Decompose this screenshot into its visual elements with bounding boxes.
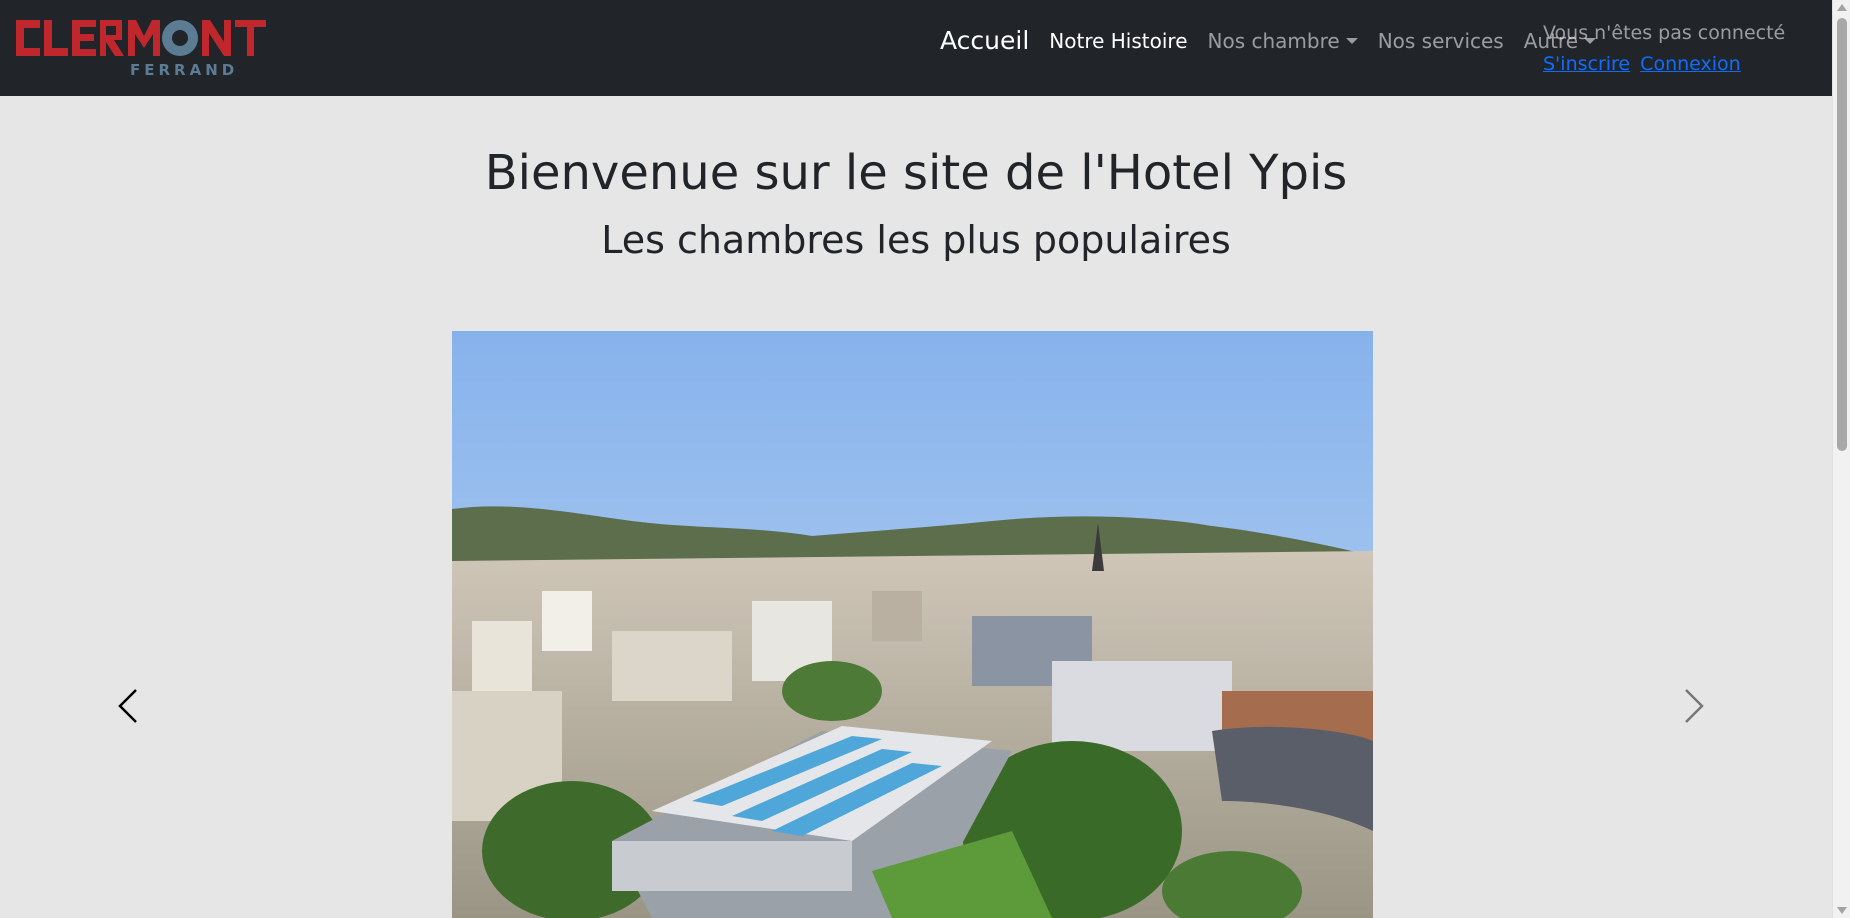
page-scrollbar[interactable] [1832,0,1850,918]
carousel-slide-image [452,331,1373,918]
carousel-prev-button[interactable] [112,688,148,724]
navbar: FERRAND Accueil Notre Histoire Nos chamb… [0,0,1832,96]
clermont-ferrand-logo[interactable]: FERRAND [10,14,270,79]
main-nav: Accueil Notre Histoire Nos chambre Nos s… [930,26,1606,55]
account-area: Vous n'êtes pas connecté S'inscrire Conn… [1543,18,1785,80]
page-title: Bienvenue sur le site de l'Hotel Ypis [484,145,1348,201]
scroll-down-arrow-icon[interactable] [1837,907,1847,914]
chevron-right-icon [1685,689,1704,723]
nav-rooms-dropdown[interactable]: Nos chambre [1198,29,1368,53]
page-subtitle: Les chambres les plus populaires [601,218,1231,262]
nav-services[interactable]: Nos services [1368,29,1514,53]
scroll-thumb[interactable] [1837,18,1847,451]
nav-history[interactable]: Notre Histoire [1039,29,1197,53]
caret-down-icon [1345,37,1358,44]
scroll-up-arrow-icon[interactable] [1837,4,1847,11]
carousel-next-button[interactable] [1676,688,1712,724]
chevron-left-icon [118,689,137,723]
login-status: Vous n'êtes pas connecté [1543,22,1786,44]
svg-text:FERRAND: FERRAND [130,61,238,78]
signup-link[interactable]: S'inscrire [1543,53,1630,75]
login-link[interactable]: Connexion [1640,53,1741,75]
nav-rooms-label: Nos chambre [1207,28,1340,53]
nav-home[interactable]: Accueil [930,26,1039,55]
